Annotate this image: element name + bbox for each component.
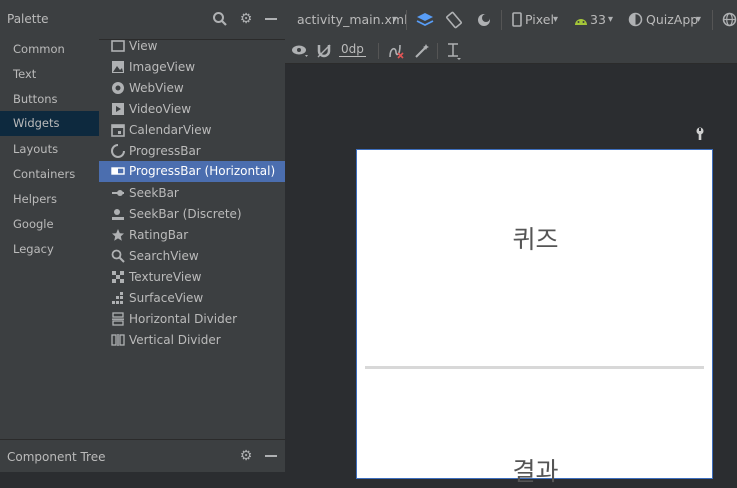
minimize-icon[interactable] (263, 448, 279, 464)
category-widgets[interactable]: Widgets (0, 111, 99, 136)
file-selector[interactable]: activity_main.xml (297, 12, 408, 27)
category-common[interactable]: Common (0, 37, 99, 62)
widget-label: SearchView (129, 249, 199, 263)
widget-vertical-divider[interactable]: Vertical Divider (99, 330, 285, 351)
globe-icon[interactable] (722, 12, 737, 31)
palette-header: Palette ⚙ (0, 0, 285, 40)
vertical-divider-icon (111, 333, 125, 347)
orientation-icon[interactable] (445, 11, 463, 33)
design-toolbar: activity_main.xml ▾ Pixel ▾ 33 ▾ QuizApp… (285, 0, 737, 40)
widget-label: View (129, 39, 158, 53)
device-preview[interactable]: 퀴즈 결과 (356, 149, 714, 486)
view-icon (111, 39, 125, 53)
theme-icon[interactable] (628, 12, 643, 31)
widget-label: SeekBar (Discrete) (129, 207, 242, 221)
widget-label: RatingBar (129, 228, 189, 242)
constraint-toolbar: 0dp (285, 39, 737, 64)
component-tree-header: Component Tree ⚙ (0, 439, 285, 472)
night-mode-icon[interactable] (475, 11, 493, 33)
widget-label: VideoView (129, 102, 192, 116)
widget-label: ProgressBar (Horizontal) (129, 164, 276, 178)
magnet-icon[interactable] (316, 43, 332, 63)
textureview-icon (111, 270, 125, 284)
widget-label: SeekBar (129, 186, 179, 200)
gear-icon[interactable]: ⚙ (238, 448, 254, 464)
palette-panel: Palette ⚙ Common Text Buttons Widgets La… (0, 0, 285, 472)
widget-list: View ImageView WebView VideoView Calenda… (99, 39, 285, 436)
widget-label: WebView (129, 81, 184, 95)
widget-seekbar-discrete[interactable]: SeekBar (Discrete) (99, 204, 285, 225)
search-icon[interactable] (212, 11, 228, 27)
wrench-icon[interactable] (694, 126, 706, 145)
widget-label: ImageView (129, 60, 196, 74)
widget-horizontal-divider[interactable]: Horizontal Divider (99, 309, 285, 330)
widget-ratingbar[interactable]: RatingBar (99, 225, 285, 246)
quiz-title-text[interactable]: 퀴즈 (357, 220, 714, 256)
widget-seekbar[interactable]: SeekBar (99, 183, 285, 204)
app-theme-selector[interactable]: QuizApp (646, 12, 698, 27)
horizontal-divider-icon (111, 312, 125, 326)
imageview-icon (111, 60, 125, 74)
star-icon (111, 228, 125, 242)
seekbar-discrete-icon (111, 207, 125, 221)
surfaceview-icon (111, 291, 125, 305)
search-icon (111, 249, 125, 263)
device-icon[interactable] (511, 12, 523, 32)
widget-videoview[interactable]: VideoView (99, 99, 285, 120)
widget-label: Horizontal Divider (129, 312, 238, 326)
minimize-icon[interactable] (263, 11, 279, 27)
widget-webview[interactable]: WebView (99, 78, 285, 99)
widget-label: ProgressBar (129, 144, 201, 158)
clear-constraints-icon[interactable] (388, 43, 404, 63)
eye-icon[interactable] (291, 43, 309, 63)
widget-progressbar-horizontal[interactable]: ProgressBar (Horizontal) (99, 161, 285, 182)
widget-label: CalendarView (129, 123, 212, 137)
component-tree-title: Component Tree (7, 450, 106, 464)
category-helpers[interactable]: Helpers (0, 187, 99, 212)
category-buttons[interactable]: Buttons (0, 87, 99, 112)
widget-calendarview[interactable]: CalendarView (99, 120, 285, 141)
category-layouts[interactable]: Layouts (0, 137, 99, 162)
chevron-down-icon[interactable]: ▾ (696, 12, 701, 28)
widget-progressbar[interactable]: ProgressBar (99, 141, 285, 162)
api-level-selector[interactable]: 33 (590, 12, 606, 27)
progressbar-horizontal-icon (111, 164, 125, 178)
widget-textureview[interactable]: TextureView (99, 267, 285, 288)
chevron-down-icon[interactable]: ▾ (392, 12, 397, 28)
widget-view[interactable]: View (99, 36, 285, 57)
widget-imageview[interactable]: ImageView (99, 57, 285, 78)
magic-wand-icon[interactable] (414, 43, 430, 63)
layers-icon[interactable] (416, 11, 434, 33)
default-margins[interactable]: 0dp (339, 42, 366, 57)
category-google[interactable]: Google (0, 212, 99, 237)
calendar-icon (111, 123, 125, 137)
videoview-icon (111, 102, 125, 116)
progressbar-icon (111, 144, 125, 158)
category-text[interactable]: Text (0, 62, 99, 87)
widget-searchview[interactable]: SearchView (99, 246, 285, 267)
palette-categories: Common Text Buttons Widgets Layouts Cont… (0, 39, 99, 436)
chevron-down-icon[interactable]: ▾ (553, 12, 558, 28)
result-text[interactable]: 결과 (357, 452, 714, 488)
widget-label: SurfaceView (129, 291, 204, 305)
webview-icon (111, 81, 125, 95)
android-icon[interactable] (573, 12, 589, 31)
widget-label: TextureView (129, 270, 202, 284)
align-icon[interactable] (446, 42, 462, 64)
device-selector[interactable]: Pixel (525, 12, 554, 27)
widget-label: Vertical Divider (129, 333, 221, 347)
seekbar-icon (111, 186, 125, 200)
widget-surfaceview[interactable]: SurfaceView (99, 288, 285, 309)
category-legacy[interactable]: Legacy (0, 237, 99, 262)
palette-title: Palette (7, 12, 49, 26)
progress-divider[interactable] (365, 366, 704, 369)
gear-icon[interactable]: ⚙ (238, 11, 254, 27)
category-containers[interactable]: Containers (0, 162, 99, 187)
chevron-down-icon[interactable]: ▾ (608, 12, 613, 28)
